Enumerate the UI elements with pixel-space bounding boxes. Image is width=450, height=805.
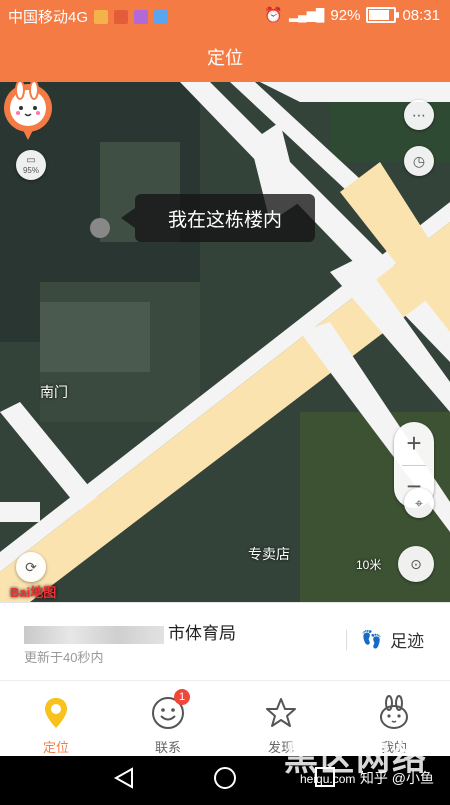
watermark-text: 知乎 @小鱼	[359, 770, 434, 786]
battery-small-icon: ▭	[26, 155, 36, 166]
page-title: 定位	[207, 48, 243, 68]
store-label: 专卖店	[248, 546, 290, 562]
status-left: 中国移动4G	[8, 6, 169, 27]
tab-locate[interactable]: 定位	[0, 681, 112, 757]
scale-label: 10米	[356, 558, 382, 572]
more-icon: ⋯	[412, 106, 426, 123]
battery-icon	[366, 7, 400, 23]
battery-fill	[369, 10, 390, 20]
status-right: ⏰ ▂▄▆█ 92% 08:31	[264, 6, 440, 25]
carrier-label: 中国移动4G	[8, 9, 89, 26]
star-icon	[266, 698, 296, 727]
app-notification-icon	[154, 9, 169, 24]
device-battery-indicator[interactable]: ▭ 95%	[16, 150, 46, 180]
bunny-face-icon	[380, 695, 408, 729]
gallery-icon	[134, 9, 149, 24]
location-dot	[90, 218, 110, 238]
map-view[interactable]: 南门 专卖店 10米 Bai地图 ▮ ▭ 95% ⟳ ⋯ ◷ + − ⌖ ⊙ 我…	[0, 82, 450, 602]
footprint-label: 足迹	[390, 632, 425, 651]
map-logo: Bai地图	[10, 585, 57, 600]
zoom-in-button[interactable]: +	[394, 422, 434, 465]
home-icon	[214, 767, 236, 789]
title-bar: 定位	[0, 32, 450, 82]
bubble-text: 我在这栋楼内	[167, 209, 282, 231]
tab-label: 联系	[154, 740, 181, 755]
tab-contacts[interactable]: 联系	[112, 681, 224, 757]
clock: 08:31	[402, 6, 440, 24]
location-pin-icon	[45, 698, 67, 728]
update-time: 更新于40秒内	[24, 650, 104, 665]
fence-button[interactable]: ⌖	[404, 488, 434, 518]
unread-badge: 1	[174, 689, 190, 705]
user-avatar-pin[interactable]	[0, 82, 56, 142]
history-button[interactable]: ◷	[404, 146, 434, 176]
tab-label: 定位	[42, 740, 69, 755]
blurred-address	[24, 625, 164, 644]
gate-label: 南门	[40, 384, 68, 400]
link-icon: ⟳	[25, 558, 37, 575]
more-button[interactable]: ⋯	[404, 100, 434, 130]
location-place: 市体育局	[168, 624, 236, 643]
locate-button[interactable]: ⊙	[398, 546, 434, 582]
watermark-logo-sub: heiqu.com	[300, 772, 356, 786]
location-pin-icon: ⊙	[410, 555, 422, 572]
notification-icon	[114, 9, 129, 24]
footprint-icon: 👣	[361, 629, 383, 649]
divider	[346, 629, 347, 650]
notification-icon	[94, 9, 109, 24]
status-bar: 中国移动4G ⏰ ▂▄▆█ 92% 08:31	[0, 0, 450, 32]
back-icon	[113, 767, 133, 789]
battery-percent: 92%	[330, 6, 361, 24]
location-bubble: 我在这栋楼内	[121, 194, 315, 242]
location-card[interactable]: 市体育局 更新于40秒内 👣 足迹	[0, 602, 450, 681]
clock-icon: ◷	[412, 152, 426, 169]
footprint-button[interactable]: 👣 足迹	[346, 627, 424, 652]
zoom-divider	[402, 465, 426, 466]
location-title: 市体育局	[24, 619, 236, 644]
map-imagery	[0, 82, 450, 602]
alarm-icon: ⏰	[264, 7, 283, 24]
device-battery-label: 95%	[22, 166, 39, 175]
geofence-icon: ⌖	[415, 494, 423, 511]
signal-icon: ▂▄▆█	[288, 8, 325, 22]
share-location-button[interactable]: ⟳	[16, 552, 46, 582]
